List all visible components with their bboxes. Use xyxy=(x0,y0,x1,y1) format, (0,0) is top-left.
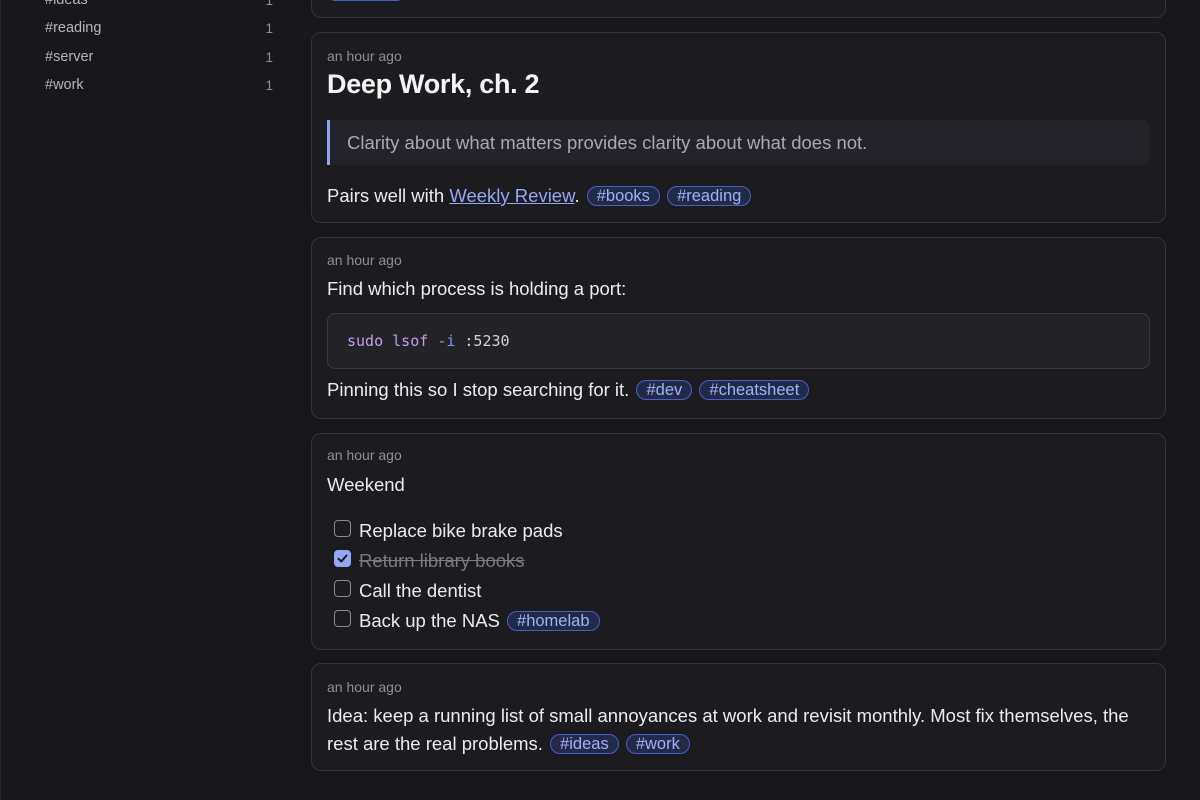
tag-pill-cheatsheet[interactable]: #cheatsheet xyxy=(699,380,810,400)
task-item: Return library books xyxy=(334,549,525,573)
memo-timestamp: an hour ago xyxy=(327,679,402,695)
memo-timestamp: an hour ago xyxy=(327,252,402,268)
sidebar-tag-reading[interactable]: #reading 1 xyxy=(45,17,273,39)
memo-timestamp: an hour ago xyxy=(327,447,402,463)
sidebar: #ideas 1 #reading 1 #server 1 #work 1 xyxy=(0,0,300,800)
memo-text: Find which process is holding a port: xyxy=(327,278,627,299)
sidebar-tag-server[interactable]: #server 1 xyxy=(45,46,273,68)
task-item: Replace bike brake pads xyxy=(334,519,563,543)
tag-pill-reading[interactable]: #reading xyxy=(667,186,752,206)
tag-pill-dev[interactable]: #dev xyxy=(636,380,693,400)
tag-pill-ideas[interactable]: #ideas xyxy=(550,734,619,754)
tag-name: #server xyxy=(45,49,94,65)
task-checkbox[interactable] xyxy=(334,519,351,537)
tag-count: 1 xyxy=(265,49,273,65)
tag-count: 1 xyxy=(265,20,273,36)
code-arg: :5230 xyxy=(464,332,510,350)
task-checkbox[interactable] xyxy=(334,579,351,597)
tag-count: 1 xyxy=(265,0,273,8)
memo-text-line: Idea: keep a running list of small annoy… xyxy=(327,705,1129,726)
code-block: sudo lsof -i :5230 xyxy=(327,313,1150,369)
task-label: Call the dentist xyxy=(359,580,482,601)
memo-blockquote: Clarity about what matters provides clar… xyxy=(327,120,1150,165)
code-flag: -i xyxy=(437,332,456,350)
memo-card-idea: an hour ago Idea: keep a running list of… xyxy=(311,663,1166,771)
task-label: Return library books xyxy=(359,550,525,571)
memo-text-end: rest are the real problems. xyxy=(327,733,543,754)
note-text: Pinning this so I stop searching for it. xyxy=(327,379,630,400)
tag-pill-work[interactable]: #work xyxy=(625,734,690,754)
memo-text: Pairs well with Weekly Review. #books #r… xyxy=(327,185,752,207)
task-checkbox[interactable] xyxy=(334,609,351,627)
task-label: Replace bike brake pads xyxy=(359,520,563,541)
tag-name: #ideas xyxy=(45,0,88,8)
tag-count: 1 xyxy=(265,77,273,93)
task-item: Back up the NAS #homelab xyxy=(334,609,600,633)
task-checkbox-checked[interactable] xyxy=(334,549,351,567)
tag-pill-books[interactable]: #books xyxy=(586,186,660,206)
tag-name: #work xyxy=(45,77,84,93)
task-label: Back up the NAS xyxy=(359,610,500,631)
memo-text-line: rest are the real problems. #ideas #work xyxy=(327,733,690,755)
sidebar-tag-work[interactable]: #work 1 xyxy=(45,74,273,96)
tag-name: #reading xyxy=(45,20,102,36)
memo-card-port: an hour ago Find which process is holdin… xyxy=(311,237,1166,419)
tag-pill[interactable] xyxy=(329,0,403,1)
check-icon xyxy=(337,554,348,562)
sidebar-tag-ideas[interactable]: #ideas 1 xyxy=(45,0,273,11)
memo-timestamp: an hour ago xyxy=(327,48,402,64)
text-after-link: . xyxy=(574,185,580,206)
task-item: Call the dentist xyxy=(334,579,481,603)
memo-card-partial xyxy=(311,0,1166,18)
text-before-link: Pairs well with xyxy=(327,185,450,206)
memo-card-weekend: an hour ago Weekend Replace bike brake p… xyxy=(311,433,1166,650)
memo-title: Weekend xyxy=(327,474,405,495)
code-command: sudo lsof xyxy=(347,332,429,350)
tag-pill-homelab[interactable]: #homelab xyxy=(507,611,600,631)
memo-link-weekly-review[interactable]: Weekly Review xyxy=(449,185,574,206)
memo-note: Pinning this so I stop searching for it.… xyxy=(327,379,810,401)
memo-heading: Deep Work, ch. 2 xyxy=(327,69,540,99)
memo-card-deep-work: an hour ago Deep Work, ch. 2 Clarity abo… xyxy=(311,32,1166,223)
